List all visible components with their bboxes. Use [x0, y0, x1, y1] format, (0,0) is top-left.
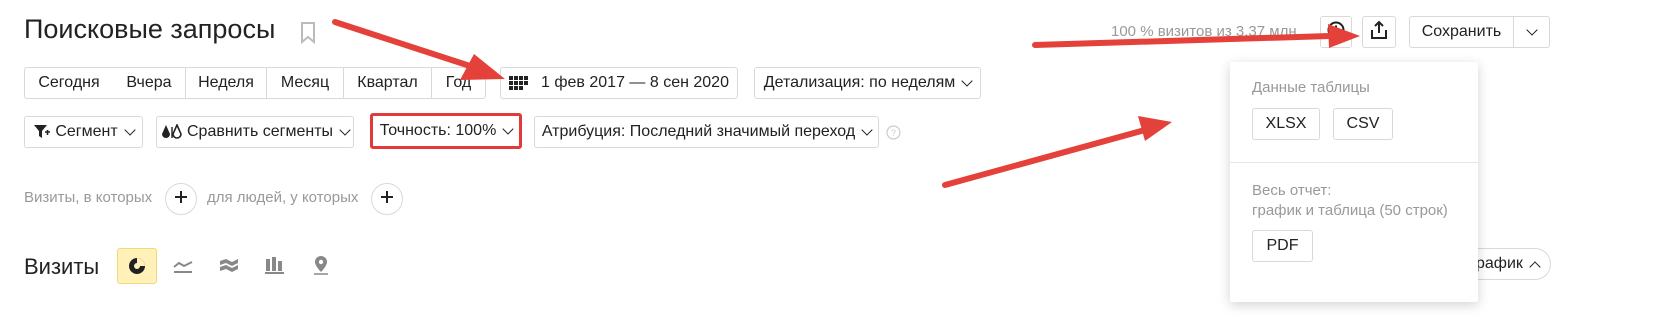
dropdown-divider — [1230, 162, 1478, 163]
segment-label: Сегмент — [55, 123, 118, 140]
pdf-label: PDF — [1266, 237, 1299, 254]
xlsx-label: XLSX — [1265, 115, 1307, 132]
map-icon[interactable] — [312, 255, 330, 280]
bar-chart-icon[interactable] — [264, 255, 286, 280]
segment-dropdown[interactable]: Сегмент — [24, 116, 143, 148]
period-yesterday[interactable]: Вчера — [113, 67, 186, 99]
chevron-down-icon — [124, 123, 136, 136]
chevron-up-icon — [1529, 260, 1541, 273]
pie-chart-icon — [127, 256, 147, 276]
period-label: Квартал — [357, 74, 418, 91]
period-month[interactable]: Месяц — [267, 67, 344, 99]
attribution-label: Атрибуция: Последний значимый переход — [541, 123, 856, 140]
page-title: Поисковые запросы — [24, 14, 276, 44]
pdf-button[interactable]: PDF — [1252, 230, 1313, 262]
compare-segments-dropdown[interactable]: Сравнить сегменты — [156, 116, 354, 148]
chevron-down-icon — [502, 122, 514, 135]
history-button[interactable] — [1320, 16, 1352, 48]
period-year[interactable]: Год — [432, 67, 486, 99]
period-week[interactable]: Неделя — [186, 67, 267, 99]
compare-label: Сравнить сегменты — [186, 123, 334, 140]
save-label: Сохранить — [1421, 23, 1502, 40]
plus-icon — [174, 190, 188, 209]
table-data-heading: Данные таблицы — [1252, 79, 1370, 96]
area-chart-icon[interactable] — [218, 257, 240, 280]
compare-icon — [161, 124, 183, 140]
attribution-dropdown[interactable]: Атрибуция: Последний значимый переход — [534, 116, 879, 148]
period-label: Неделя — [198, 74, 254, 91]
chevron-down-icon — [961, 74, 973, 87]
plus-icon — [380, 190, 394, 209]
help-icon[interactable]: ? — [886, 125, 901, 145]
period-quarter[interactable]: Квартал — [344, 67, 432, 99]
report-heading-line1: Весь отчет: — [1252, 182, 1332, 199]
save-button[interactable]: Сохранить — [1409, 16, 1514, 48]
chevron-down-icon — [861, 123, 873, 136]
bookmark-icon[interactable] — [300, 22, 316, 49]
filter-icon — [33, 124, 51, 140]
visits-info: 100 % визитов из 3,37 млн — [1111, 23, 1297, 40]
date-range-label: 1 фев 2017 — 8 сен 2020 — [541, 74, 729, 91]
add-visits-condition-button[interactable] — [165, 183, 197, 215]
save-options-button[interactable] — [1513, 16, 1550, 48]
chart-title: Визиты — [24, 254, 100, 279]
chart-type-pie[interactable] — [117, 248, 157, 284]
export-icon — [1370, 20, 1388, 45]
xlsx-button[interactable]: XLSX — [1252, 108, 1320, 140]
period-label: Месяц — [280, 74, 330, 91]
detail-dropdown[interactable]: Детализация: по неделям — [754, 67, 981, 99]
period-today[interactable]: Сегодня — [24, 67, 114, 99]
annotation-arrow — [942, 116, 1172, 188]
report-heading-line2: график и таблица (50 строк) — [1252, 202, 1448, 219]
calendar-icon — [509, 76, 529, 90]
export-button[interactable] — [1362, 16, 1396, 48]
svg-text:?: ? — [891, 128, 896, 138]
add-people-condition-button[interactable] — [371, 183, 403, 215]
chevron-down-icon — [1525, 23, 1538, 36]
people-condition-label: для людей, у которых — [207, 189, 359, 206]
period-label: Вчера — [126, 74, 172, 91]
accuracy-label: Точность: 100% — [379, 122, 497, 139]
date-range-picker[interactable]: 1 фев 2017 — 8 сен 2020 — [500, 67, 738, 99]
export-dropdown: Данные таблицы XLSX CSV Весь отчет: граф… — [1230, 62, 1478, 302]
csv-button[interactable]: CSV — [1333, 108, 1393, 140]
line-chart-icon[interactable] — [172, 257, 194, 280]
clock-icon — [1327, 21, 1345, 44]
accuracy-dropdown[interactable]: Точность: 100% — [370, 113, 522, 149]
period-label: Сегодня — [38, 74, 100, 91]
period-label: Год — [445, 74, 472, 91]
chevron-down-icon — [339, 123, 351, 136]
detail-label: Детализация: по неделям — [763, 74, 956, 91]
visits-condition-label: Визиты, в которых — [24, 189, 153, 206]
csv-label: CSV — [1346, 115, 1380, 132]
